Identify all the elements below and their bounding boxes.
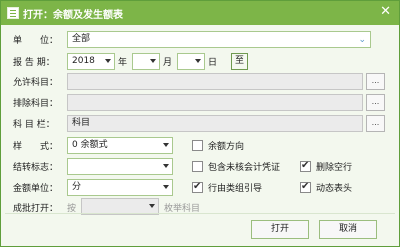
- delete-empty-rows-checkbox[interactable]: [300, 160, 311, 172]
- delete-empty-rows-label: 删除空行: [316, 163, 353, 173]
- allowed-accounts-field[interactable]: [67, 73, 363, 90]
- open-button[interactable]: 打开: [251, 220, 309, 239]
- month-select[interactable]: [132, 53, 160, 70]
- unit-select[interactable]: 全部 ⌄: [67, 31, 371, 48]
- period-label: 报 告 期：: [13, 58, 55, 68]
- allowed-accounts-label: 允许科目：: [13, 78, 59, 88]
- carry-flag-label: 结转标志：: [13, 163, 59, 173]
- dropdown-arrow-icon: [150, 59, 156, 63]
- account-column-field[interactable]: 科目: [67, 115, 363, 132]
- cancel-button[interactable]: 取消: [319, 220, 377, 239]
- month-unit: 月: [163, 58, 173, 68]
- day-select[interactable]: [177, 53, 205, 70]
- dropdown-arrow-icon: [163, 164, 169, 168]
- balance-direction-checkbox[interactable]: [192, 140, 203, 151]
- dropdown-arrow-icon: [105, 59, 111, 63]
- excluded-accounts-field[interactable]: [67, 94, 363, 111]
- row-group-guide-checkbox[interactable]: [192, 181, 203, 193]
- amount-unit-select[interactable]: 分: [67, 179, 173, 196]
- style-label: 样 式：: [13, 142, 59, 152]
- to-button[interactable]: 至: [231, 53, 248, 70]
- dynamic-header-label: 动态表头: [316, 184, 353, 194]
- year-value: 2018: [72, 56, 95, 66]
- dropdown-arrow-icon: [149, 204, 155, 208]
- dynamic-header-checkbox[interactable]: [300, 181, 311, 193]
- allowed-accounts-browse-button[interactable]: ...: [366, 73, 385, 90]
- title-bar: 打开：余额及发生额表 ✕: [1, 1, 399, 25]
- style-select[interactable]: 0 余额式: [67, 137, 173, 154]
- dropdown-arrow-icon: [163, 143, 169, 147]
- amount-unit-value: 分: [72, 182, 82, 192]
- unit-label: 单 位：: [13, 36, 59, 46]
- year-unit: 年: [118, 58, 128, 68]
- footer-divider: [5, 213, 395, 214]
- close-icon[interactable]: ✕: [380, 4, 391, 19]
- day-unit: 日: [208, 58, 218, 68]
- amount-unit-label: 金额单位：: [13, 184, 59, 194]
- dialog-window: 打开：余额及发生额表 ✕ 单 位： 全部 ⌄ 报 告 期： 2018 年 月 日…: [0, 0, 400, 247]
- table-icon: [7, 7, 19, 19]
- unit-value: 全部: [72, 34, 91, 44]
- style-value: 0 余额式: [72, 140, 108, 150]
- carry-flag-select[interactable]: [67, 158, 173, 175]
- excluded-accounts-browse-button[interactable]: ...: [366, 94, 385, 111]
- year-select[interactable]: 2018: [67, 53, 115, 70]
- row-group-guide-label: 行由类组引导: [208, 184, 263, 194]
- balance-direction-label: 余额方向: [208, 142, 245, 152]
- dropdown-arrow-icon: [195, 59, 201, 63]
- chevron-down-icon: ⌄: [358, 35, 366, 45]
- account-column-browse-button[interactable]: ...: [366, 115, 385, 132]
- excluded-accounts-label: 排除科目：: [13, 99, 59, 109]
- account-column-label: 科 目 栏：: [13, 120, 55, 130]
- include-unaudited-label: 包含未核会计凭证: [208, 163, 281, 173]
- dropdown-arrow-icon: [163, 185, 169, 189]
- include-unaudited-checkbox[interactable]: [192, 161, 203, 172]
- window-title: 打开：余额及发生额表: [23, 10, 123, 21]
